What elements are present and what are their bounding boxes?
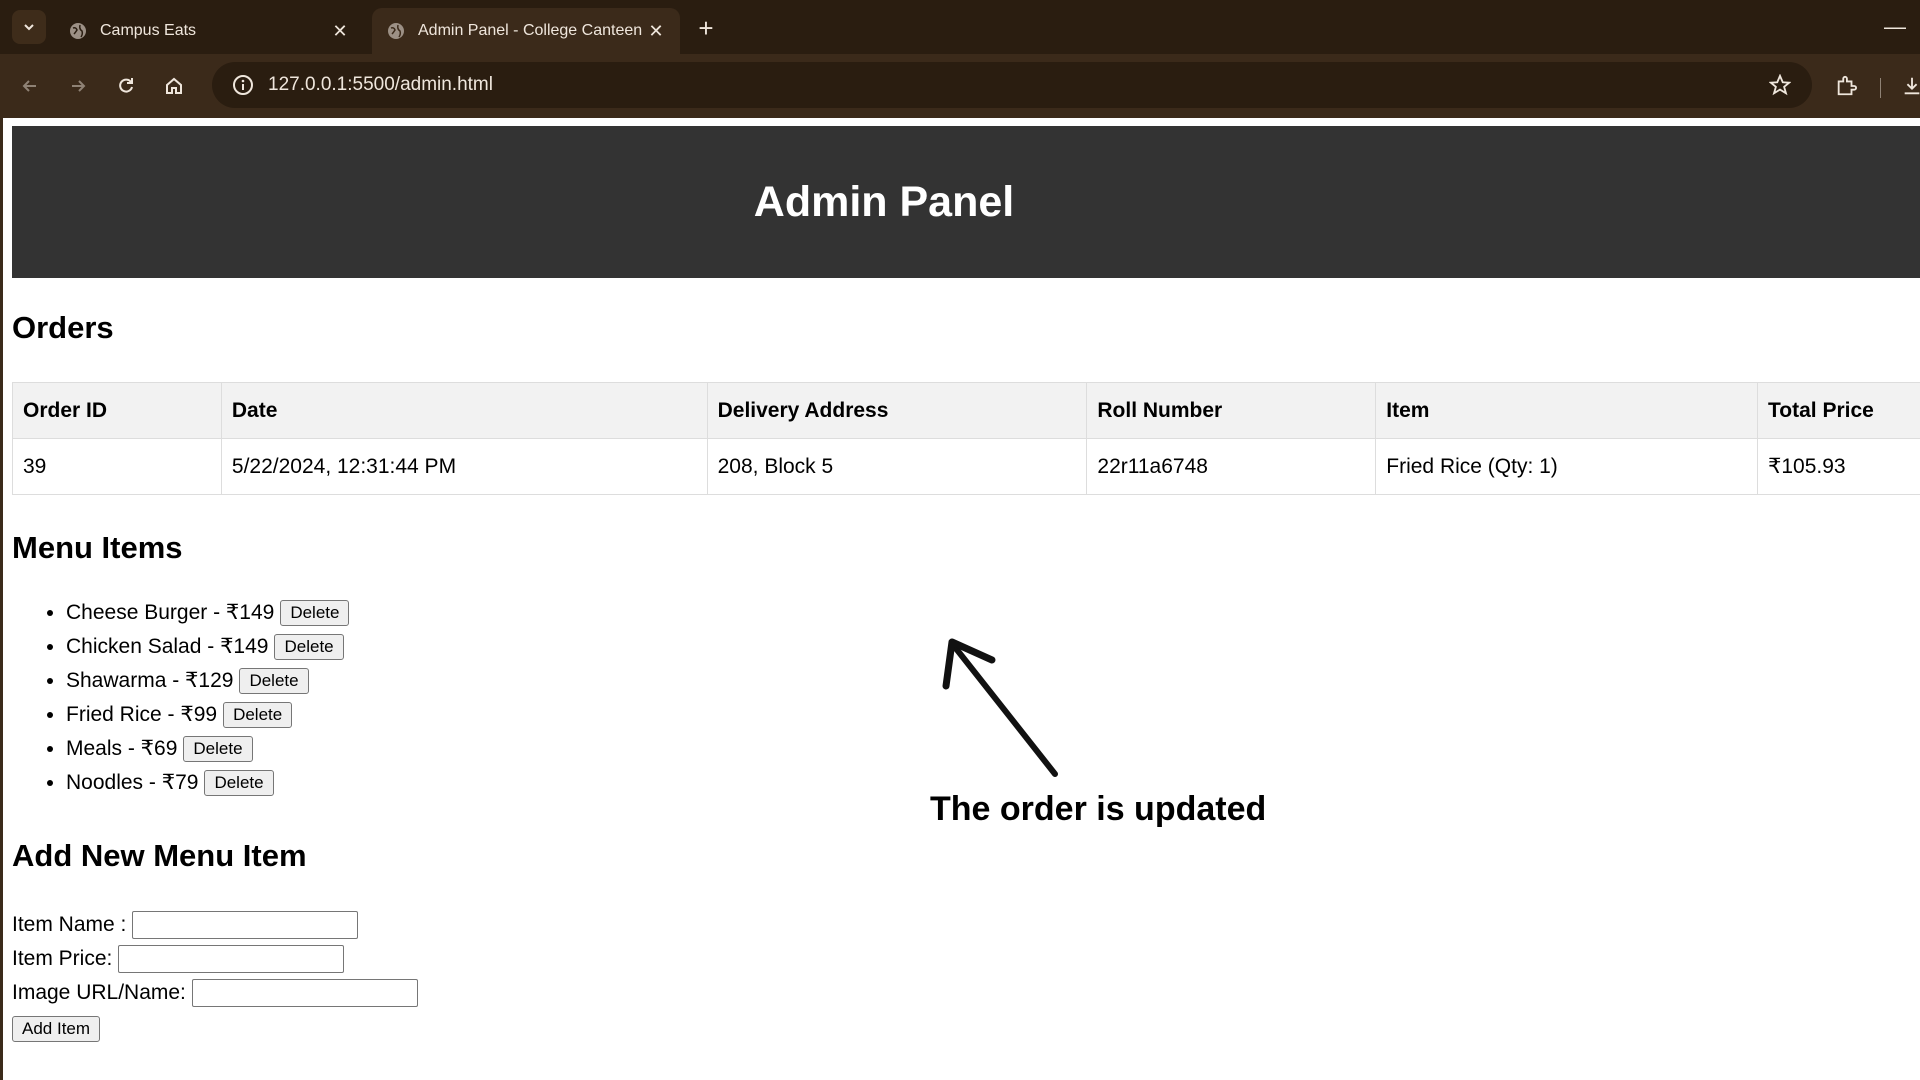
table-header-row: Order ID Date Delivery Address Roll Numb… — [12, 382, 1920, 439]
menu-item-label: Meals - ₹69 — [66, 737, 178, 760]
cell-date: 5/22/2024, 12:31:44 PM — [220, 438, 708, 495]
reload-icon[interactable] — [108, 68, 144, 104]
menu-item-label: Chicken Salad - ₹149 — [66, 635, 269, 658]
tab-strip: Campus Eats ✕ Admin Panel - College Cant… — [0, 0, 1920, 54]
close-icon[interactable]: ✕ — [330, 21, 350, 41]
delete-button[interactable]: Delete — [204, 770, 274, 797]
column-header-order-id: Order ID — [12, 382, 222, 439]
delete-button[interactable]: Delete — [223, 702, 293, 729]
menu-items-heading: Menu Items — [12, 530, 183, 565]
cell-roll-number: 22r11a6748 — [1086, 438, 1377, 495]
table-row: 39 5/22/2024, 12:31:44 PM 208, Block 5 2… — [12, 438, 1920, 495]
page-content: Admin Panel Orders Order ID Date Deliver… — [0, 118, 1920, 1080]
cell-item: Fried Rice (Qty: 1) — [1375, 438, 1759, 495]
tab-campus-eats[interactable]: Campus Eats ✕ — [54, 8, 364, 54]
minimize-icon[interactable]: — — [1880, 12, 1910, 42]
tab-admin-panel[interactable]: Admin Panel - College Canteen ✕ — [372, 8, 680, 54]
list-item: Meals - ₹69Delete — [66, 732, 349, 766]
annotation-arrow-icon — [942, 638, 1058, 777]
extensions-puzzle-icon[interactable] — [1828, 68, 1864, 104]
delete-button[interactable]: Delete — [274, 634, 344, 661]
browser-toolbar: 127.0.0.1:5500/admin.html — [0, 54, 1920, 118]
menu-item-label: Shawarma - ₹129 — [66, 669, 234, 692]
menu-item-label: Fried Rice - ₹99 — [66, 703, 218, 726]
page-header: Admin Panel — [12, 126, 1920, 278]
list-item: Chicken Salad - ₹149Delete — [66, 630, 349, 664]
list-item: Cheese Burger - ₹149Delete — [66, 596, 350, 630]
delete-button[interactable]: Delete — [183, 736, 253, 763]
orders-heading: Orders — [12, 310, 114, 345]
submit-row: Add Item — [12, 1010, 418, 1044]
column-header-item: Item — [1375, 382, 1759, 439]
item-price-row: Item Price: — [12, 942, 418, 976]
chevron-down-icon — [24, 24, 34, 31]
item-name-label: Item Name : — [12, 913, 127, 936]
add-item-button[interactable]: Add Item — [12, 1016, 101, 1042]
add-menu-item-heading: Add New Menu Item — [12, 838, 307, 873]
new-tab-plus-icon[interactable]: + — [690, 12, 722, 44]
item-price-input[interactable] — [118, 945, 345, 973]
image-url-input[interactable] — [191, 979, 418, 1007]
list-item: Fried Rice - ₹99Delete — [66, 698, 349, 732]
download-icon[interactable] — [1894, 68, 1920, 104]
annotation-caption: The order is updated — [930, 790, 1267, 828]
home-icon[interactable] — [156, 68, 192, 104]
cell-total-price: ₹105.93 — [1757, 438, 1920, 495]
list-item: Shawarma - ₹129Delete — [66, 664, 349, 698]
tab-title: Campus Eats — [100, 22, 197, 39]
item-name-row: Item Name : — [12, 908, 418, 942]
column-header-roll-number: Roll Number — [1086, 382, 1377, 439]
image-url-row: Image URL/Name: — [12, 976, 418, 1010]
browser-chrome: Campus Eats ✕ Admin Panel - College Cant… — [0, 0, 1920, 118]
page-title: Admin Panel — [753, 177, 1015, 226]
globe-icon — [68, 21, 88, 41]
menu-items-list: Cheese Burger - ₹149Delete Chicken Salad… — [12, 596, 350, 800]
menu-item-label: Noodles - ₹79 — [66, 771, 199, 794]
bookmark-star-icon[interactable] — [1762, 67, 1798, 103]
delete-button[interactable]: Delete — [239, 668, 309, 695]
url-text: 127.0.0.1:5500/admin.html — [268, 74, 493, 95]
orders-table: Order ID Date Delivery Address Roll Numb… — [12, 382, 1920, 495]
column-header-delivery-address: Delivery Address — [706, 382, 1088, 439]
cell-order-id: 39 — [12, 438, 222, 495]
item-price-label: Item Price: — [12, 947, 113, 970]
column-header-date: Date — [220, 382, 708, 439]
item-name-input[interactable] — [132, 911, 359, 939]
forward-arrow-icon[interactable] — [60, 68, 96, 104]
page-edge — [0, 118, 3, 1080]
list-item: Noodles - ₹79Delete — [66, 766, 349, 800]
cell-delivery-address: 208, Block 5 — [706, 438, 1088, 495]
menu-item-label: Cheese Burger - ₹149 — [66, 601, 275, 624]
tab-search-button[interactable] — [12, 10, 46, 44]
toolbar-divider — [1880, 78, 1881, 98]
site-info-icon[interactable] — [230, 72, 256, 98]
back-arrow-icon[interactable] — [12, 68, 48, 104]
tab-title: Admin Panel - College Canteen — [418, 22, 643, 39]
image-url-label: Image URL/Name: — [12, 981, 186, 1004]
globe-icon — [386, 21, 406, 41]
add-menu-item-form: Item Name : Item Price: Image URL/Name: … — [12, 908, 418, 1044]
delete-button[interactable]: Delete — [280, 600, 350, 627]
address-bar[interactable]: 127.0.0.1:5500/admin.html — [212, 62, 1812, 108]
column-header-total-price: Total Price — [1757, 382, 1920, 439]
close-icon[interactable]: ✕ — [646, 21, 666, 41]
